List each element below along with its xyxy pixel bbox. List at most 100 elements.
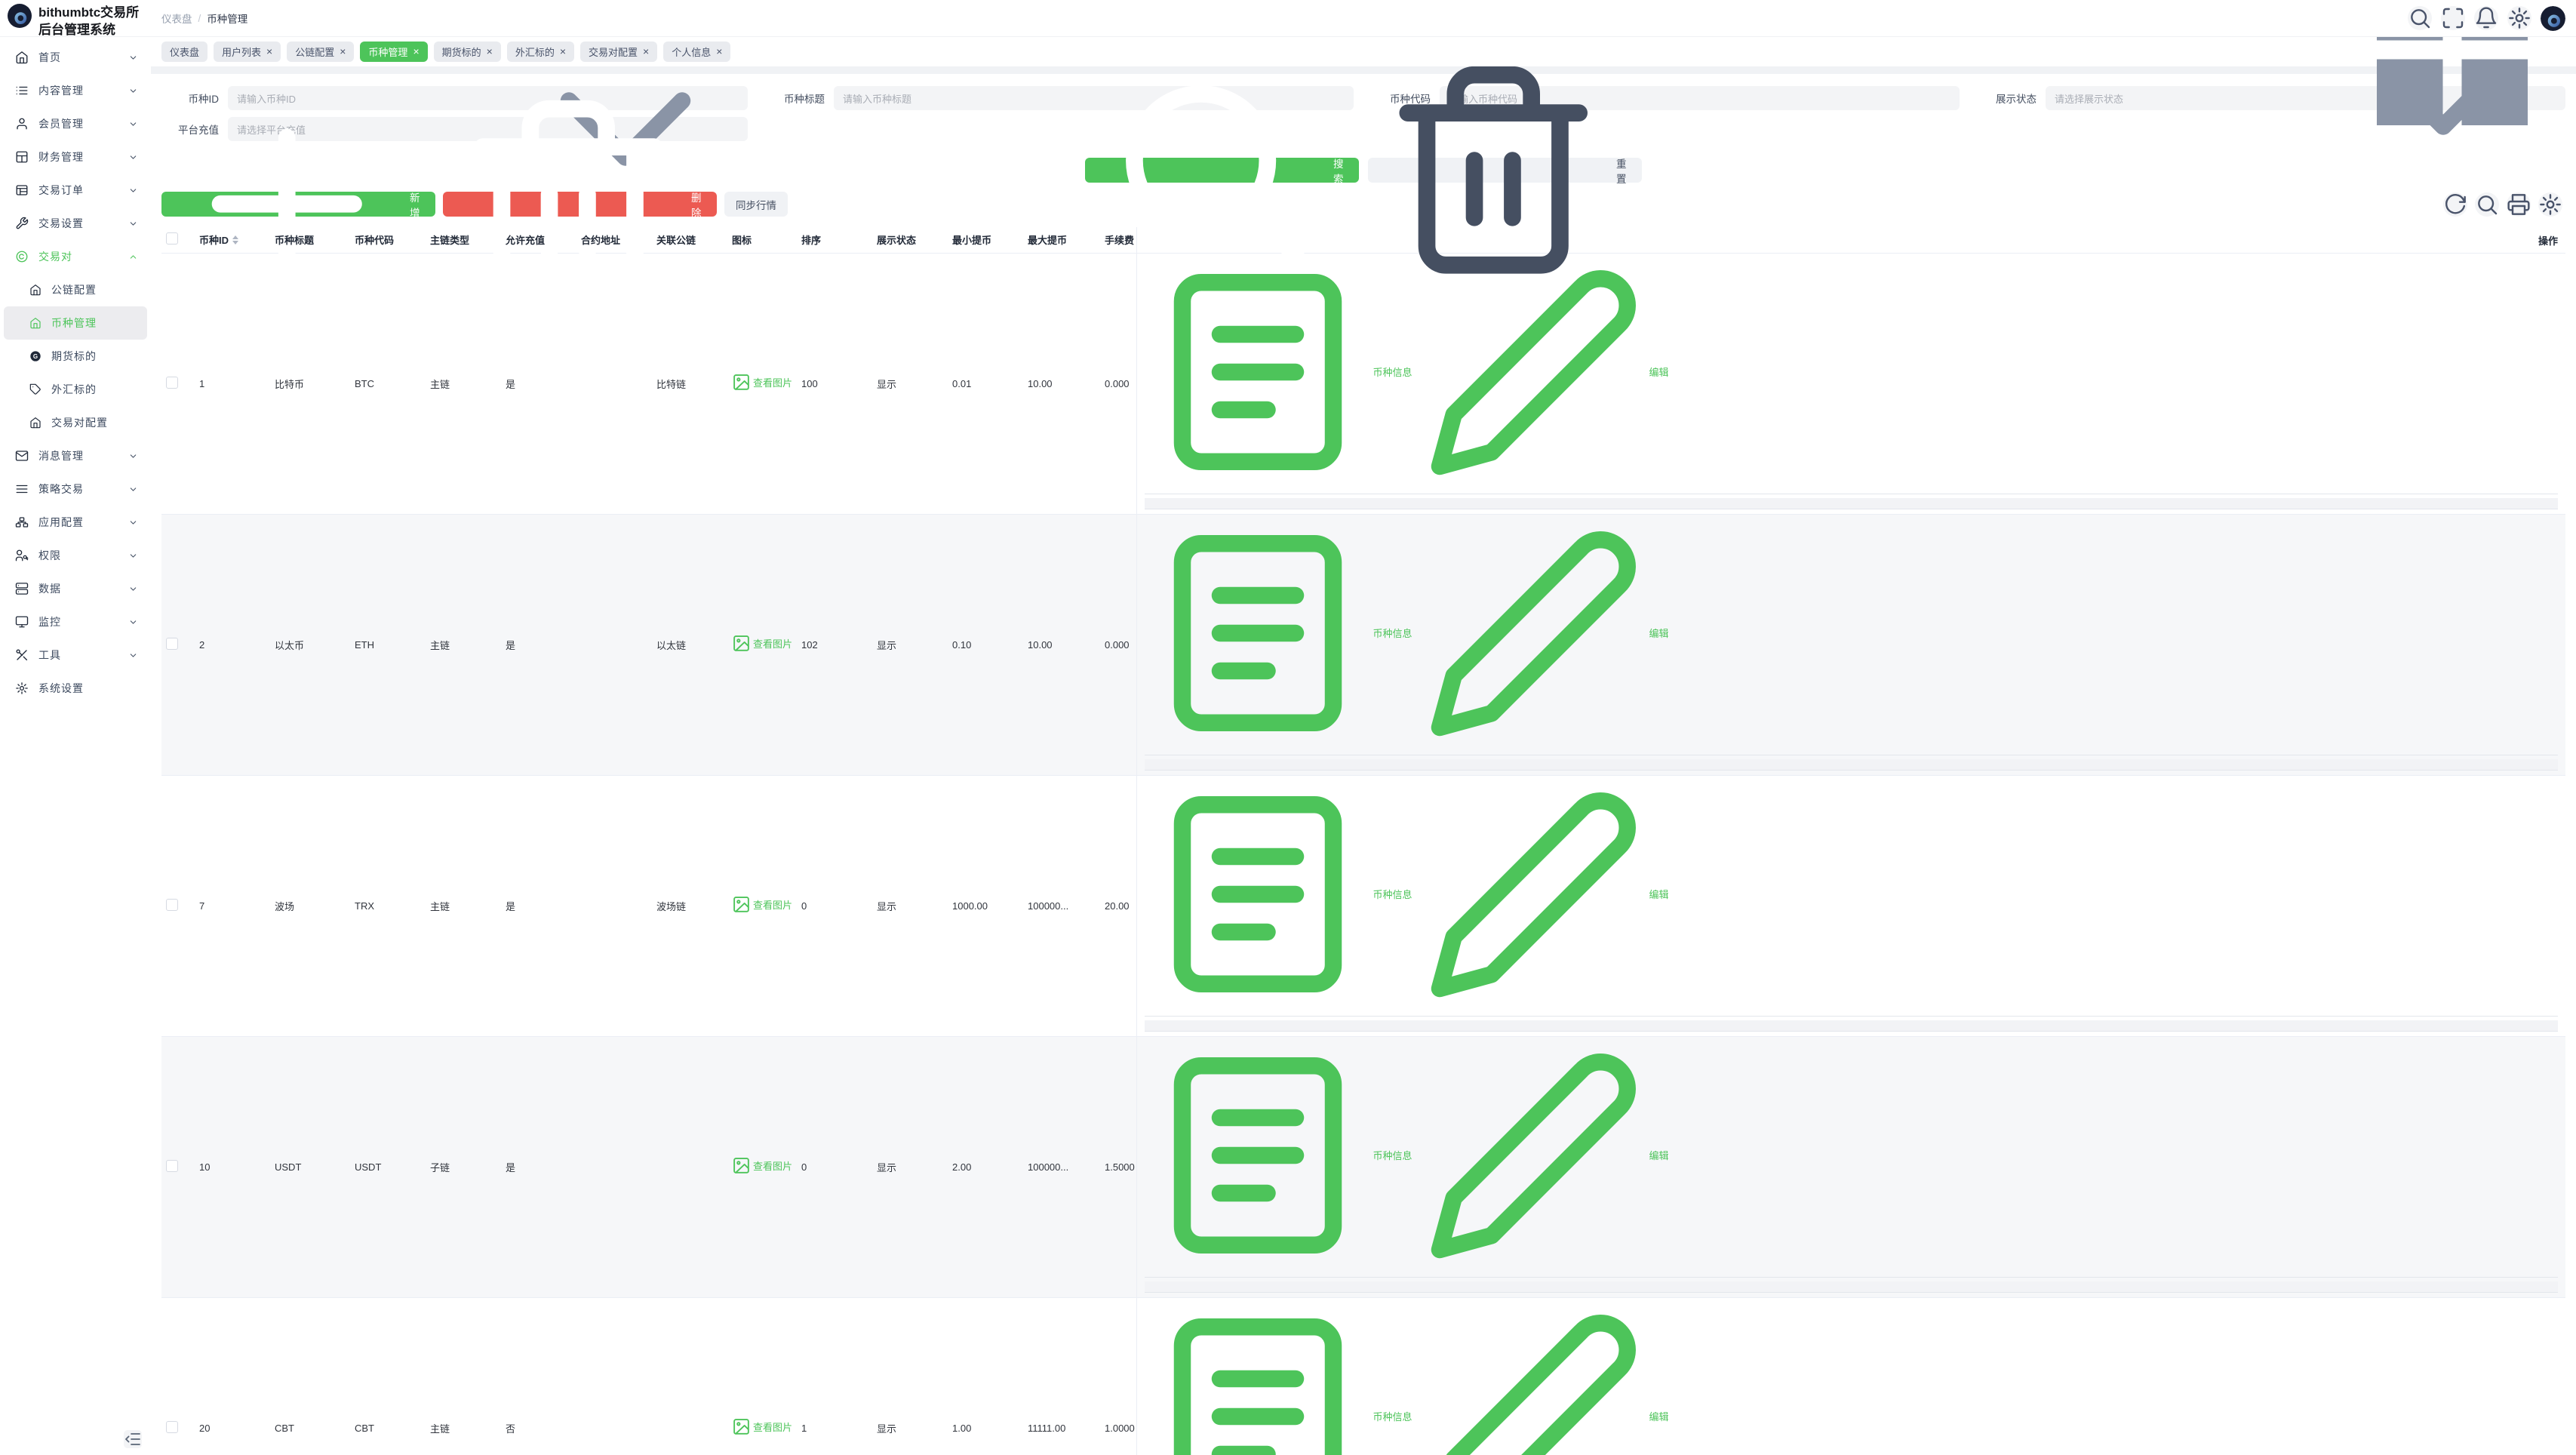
add-button[interactable]: 新增 [161,192,435,217]
select-all-checkbox[interactable] [166,232,178,245]
tab[interactable]: 用户列表 × [214,42,281,62]
edit-link[interactable]: 编辑 [1421,1303,1669,1455]
tab[interactable]: 公链配置 × [287,42,354,62]
tab[interactable]: 外汇标的 × [507,42,574,62]
tab[interactable]: 交易对配置 × [580,42,657,62]
sidebar-item[interactable]: 数据 [4,572,147,605]
sidebar-item[interactable]: 权限 [4,539,147,572]
tab[interactable]: 期货标的 × [434,42,501,62]
cell-max-withdraw: 11111.00 [1023,1297,1100,1455]
close-icon[interactable]: × [266,46,272,57]
print-button[interactable] [2507,192,2531,217]
sidebar-item[interactable]: 财务管理 [4,140,147,174]
sidebar-item[interactable]: 应用配置 [4,506,147,539]
refresh-button[interactable] [2443,192,2467,217]
sidebar-item[interactable]: 公链配置 [4,273,147,306]
table-row: 7 波场 TRX 主链 是 波场链 查看图片 [161,775,2565,1036]
cell-sort: 100 [797,253,872,514]
view-image-link[interactable]: 查看图片 [732,373,792,392]
fullscreen-button[interactable] [2441,6,2465,30]
chevron-down-icon [128,584,138,594]
close-icon[interactable]: × [413,46,419,57]
pencil-icon [1421,1303,1647,1455]
row-checkbox[interactable] [166,638,178,650]
app-logo-icon [8,4,32,28]
delete-button[interactable]: 删除 [443,192,717,217]
sidebar: 首页 内容管理 会员管理 财务管理 交易订单 交易设置 [0,36,151,1455]
sidebar-item[interactable]: 会员管理 [4,107,147,140]
coin-info-link[interactable]: 币种信息 [1145,1303,1412,1455]
sidebar-item[interactable]: 内容管理 [4,74,147,107]
view-image-link[interactable]: 查看图片 [732,634,792,653]
column-settings-button[interactable] [2538,192,2562,217]
close-icon[interactable]: × [560,46,566,57]
image-icon [732,1156,751,1175]
cell-coin-code: ETH [350,514,426,775]
tools-icon [15,648,29,662]
close-icon[interactable]: × [643,46,649,57]
row-checkbox[interactable] [166,899,178,911]
settings-button[interactable] [2507,6,2531,30]
sidebar-collapse-button[interactable] [124,1430,142,1448]
chevron-down-icon [128,451,138,461]
chevron-down-icon [128,86,138,96]
cell-operations: 币种信息 编辑 [1136,1036,2565,1297]
cell-coin-title: CBT [270,1297,350,1455]
table-row: 10 USDT USDT 子链 是 查看图片 [161,1036,2565,1297]
notifications-button[interactable] [2474,6,2498,30]
tab[interactable]: 币种管理 × [360,42,427,62]
coin-info-link[interactable]: 币种信息 [1145,781,1412,1007]
edit-link[interactable]: 编辑 [1421,259,1669,485]
sidebar-item[interactable]: 系统设置 [4,672,147,705]
sidebar-item[interactable]: 币种管理 [4,306,147,340]
close-icon[interactable]: × [716,46,722,57]
sidebar-item[interactable]: 消息管理 [4,439,147,472]
sidebar-item[interactable]: 首页 [4,41,147,74]
breadcrumb-parent[interactable]: 仪表盘 [161,11,192,26]
copyright-icon [15,250,29,263]
sidebar-item[interactable]: 监控 [4,605,147,638]
row-checkbox[interactable] [166,377,178,389]
sidebar-item[interactable]: 交易对 [4,240,147,273]
sidebar-item[interactable]: 外汇标的 [4,373,147,406]
gear-icon [2507,6,2531,30]
close-icon[interactable]: × [487,46,493,57]
edit-link[interactable]: 编辑 [1421,520,1669,746]
view-image-link[interactable]: 查看图片 [732,895,792,914]
pencil-icon [1421,259,1647,485]
sidebar-item[interactable]: 交易设置 [4,207,147,240]
coin-management-panel: 币种ID 请输入币种ID 币种标题 请输入币种标题 币种代码 请输入币种代码 展… [151,74,2576,1455]
sync-market-button[interactable]: 同步行情 [724,192,788,217]
sidebar-item[interactable]: G 期货标的 [4,340,147,373]
tab[interactable]: 仪表盘 [161,42,207,62]
sidebar-item[interactable]: 工具 [4,638,147,672]
search-button[interactable] [2408,6,2432,30]
row-checkbox[interactable] [166,1160,178,1172]
sidebar-item[interactable]: 交易对配置 [4,406,147,439]
g-circle-icon: G [29,350,41,362]
avatar[interactable] [2541,6,2565,31]
search-button[interactable]: 搜索 [1085,158,1359,183]
sidebar-item[interactable]: 策略交易 [4,472,147,506]
table-search-button[interactable] [2475,192,2499,217]
coin-info-link[interactable]: 币种信息 [1145,259,1412,485]
close-icon[interactable]: × [340,46,346,57]
edit-link[interactable]: 编辑 [1421,781,1669,1007]
tab[interactable]: 个人信息 × [663,42,730,62]
user-icon [15,117,29,131]
view-image-link[interactable]: 查看图片 [732,1156,792,1175]
gear-icon [15,681,29,695]
row-checkbox[interactable] [166,1421,178,1433]
cell-allow-recharge: 是 [501,1036,576,1297]
cell-chain-type: 子链 [426,1036,501,1297]
reset-button[interactable]: 重置 [1368,158,1642,183]
coin-info-link[interactable]: 币种信息 [1145,1042,1412,1269]
document-icon [1145,520,1371,746]
sidebar-item[interactable]: 交易订单 [4,174,147,207]
view-image-link[interactable]: 查看图片 [732,1417,792,1436]
sort-control[interactable] [232,235,238,245]
home-icon [29,417,41,429]
edit-link[interactable]: 编辑 [1421,1042,1669,1269]
home-icon [29,284,41,296]
coin-info-link[interactable]: 币种信息 [1145,520,1412,746]
